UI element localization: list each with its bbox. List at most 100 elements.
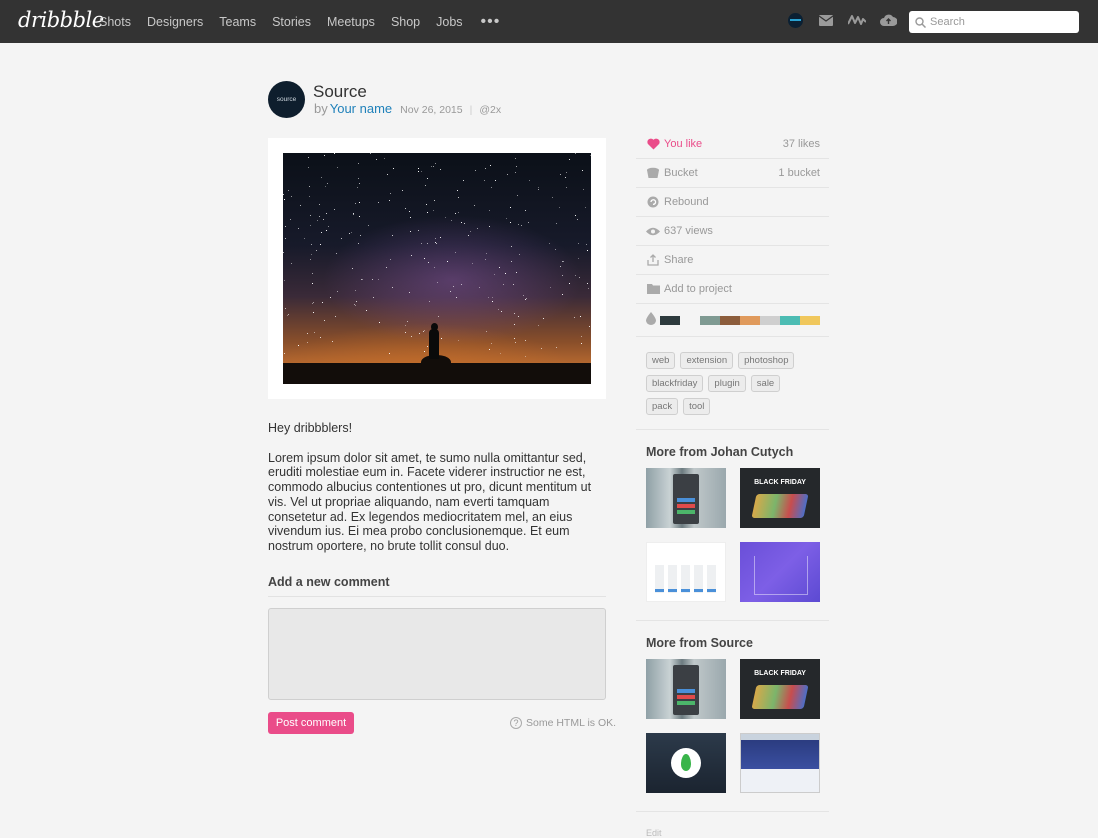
image-star [489,226,490,227]
color-drop-icon [646,312,656,328]
share-label: Share [664,254,694,266]
search-icon [915,16,926,28]
image-star [435,163,436,164]
image-star [484,180,485,181]
color-swatch[interactable] [800,315,820,325]
activity-icon[interactable] [848,11,866,29]
share-row[interactable]: Share [636,246,829,275]
folder-icon [646,282,660,296]
image-star [490,165,491,166]
dribbble-logo[interactable]: dribbble [18,8,104,32]
image-star [410,231,411,232]
image-star [521,225,522,226]
post-comment-button[interactable]: Post comment [268,712,354,734]
image-star [390,193,391,194]
bucket-icon [646,166,660,180]
image-star [387,174,388,175]
thumb-app-ui-2[interactable] [646,659,726,719]
shot-image[interactable] [283,153,591,384]
thumb-black-friday-text: BLACK FRIDAY [754,479,806,486]
image-star [491,343,492,344]
image-star [440,237,441,238]
more-from-source-heading: More from Source [646,636,753,650]
image-star [477,228,478,229]
mail-icon[interactable] [817,11,835,29]
description-greeting: Hey dribbblers! [268,421,353,435]
nav-more-icon[interactable]: ••• [481,13,501,31]
color-swatch[interactable] [700,315,720,325]
profile-avatar[interactable] [786,11,804,29]
image-star [411,336,412,337]
image-star [560,266,561,267]
image-star [523,295,524,296]
image-star [311,244,312,245]
thumb-pricing-table[interactable] [646,542,726,602]
resolution-badge[interactable]: @2x [479,104,501,116]
add-to-project-row[interactable]: Add to project [636,275,829,304]
thumb-website[interactable] [740,733,820,793]
likes-count[interactable]: 37 likes [783,138,820,150]
image-star [312,283,313,284]
image-star [309,186,310,187]
nav-shots[interactable]: Shots [99,15,131,29]
image-star [431,166,432,167]
tag-sale[interactable]: sale [750,375,781,392]
thumb-leaf-logo[interactable] [646,733,726,793]
bucket-row[interactable]: Bucket 1 bucket [636,159,829,188]
nav-meetups[interactable]: Meetups [327,15,375,29]
image-star [560,174,561,175]
image-star [495,180,496,181]
tag-pack[interactable]: pack [646,398,679,415]
bucket-count[interactable]: 1 bucket [778,167,820,179]
image-star [316,250,317,251]
thumb-black-friday-2[interactable]: BLACK FRIDAY [740,659,820,719]
image-star [389,353,390,354]
rebound-row[interactable]: Rebound [636,188,829,217]
source-avatar[interactable]: source [268,81,305,118]
thumb-black-friday[interactable]: BLACK FRIDAY [740,468,820,528]
byline-separator: | [469,104,473,116]
tag-photoshop[interactable]: photoshop [738,352,795,369]
image-star [357,187,358,188]
nav-shop[interactable]: Shop [391,15,420,29]
color-swatch[interactable] [780,315,800,325]
tag-tool[interactable]: tool [683,398,711,415]
nav-teams[interactable]: Teams [219,15,256,29]
thumb-app-ui[interactable] [646,468,726,528]
image-star [355,203,356,204]
image-star [562,275,563,276]
color-swatch[interactable] [680,315,700,325]
image-star [517,195,518,196]
author-link[interactable]: Your name [330,101,392,116]
image-star [407,321,408,322]
comment-textarea[interactable] [268,608,606,700]
upload-icon[interactable] [879,11,897,29]
nav-jobs[interactable]: Jobs [436,15,462,29]
search-input[interactable] [930,16,1070,28]
color-swatch[interactable] [720,315,740,325]
tag-plugin[interactable]: plugin [708,375,746,392]
tag-extension[interactable]: extension [680,352,734,369]
image-star [423,331,424,332]
more-from-author-thumbs: BLACK FRIDAY [636,468,829,621]
nav-stories[interactable]: Stories [272,15,311,29]
nav-designers[interactable]: Designers [147,15,203,29]
image-star [445,217,446,218]
edit-link[interactable]: Edit [636,812,829,838]
image-star [559,207,560,208]
thumb-city-illustration[interactable] [740,542,820,602]
tag-blackfriday[interactable]: blackfriday [646,375,704,392]
color-swatch[interactable] [660,315,680,325]
like-row[interactable]: You like 37 likes [636,130,829,159]
image-star [525,210,526,211]
color-swatch[interactable] [740,315,760,325]
image-star [574,317,575,318]
image-star [335,316,336,317]
image-star [515,172,516,173]
image-star [577,219,578,220]
image-figure-head [431,323,438,331]
tag-web[interactable]: web [646,352,676,369]
color-swatch[interactable] [760,315,780,325]
help-icon[interactable]: ? [510,717,522,729]
image-star [501,311,502,312]
